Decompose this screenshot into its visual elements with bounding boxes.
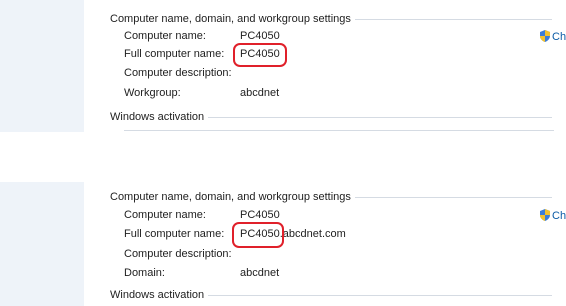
group-header-windows-activation: Windows activation [110, 288, 552, 302]
workgroup-value: abcdnet [240, 87, 280, 99]
group-title: Windows activation [110, 288, 209, 302]
computer-description-label: Computer description: [124, 248, 232, 260]
row-full-computer-name: Full computer name: PC4050 [124, 46, 544, 62]
highlight-full-computer-name [233, 43, 287, 67]
row-workgroup: Workgroup: abcdnet [124, 85, 544, 101]
group-title: Windows activation [110, 110, 209, 124]
group-header-computer-name: Computer name, domain, and workgroup set… [110, 190, 552, 204]
row-domain: Domain: abcdnet [124, 265, 544, 281]
computer-name-value: PC4050 [240, 30, 280, 42]
change-settings-label[interactable]: Cha [552, 31, 566, 43]
group-title: Computer name, domain, and workgroup set… [110, 12, 355, 26]
highlight-full-computer-name [232, 222, 284, 248]
cropped-row-edge [124, 130, 554, 131]
system-settings-panel-1: Computer name, domain, and workgroup set… [0, 0, 566, 140]
computer-name-value: PC4050 [240, 209, 280, 221]
system-settings-panel-2: Computer name, domain, and workgroup set… [0, 182, 566, 306]
full-computer-name-label: Full computer name: [124, 48, 225, 60]
domain-value: abcdnet [240, 267, 280, 279]
computer-description-label: Computer description: [124, 67, 232, 79]
row-computer-name: Computer name: PC4050 [124, 28, 544, 44]
group-title: Computer name, domain, and workgroup set… [110, 190, 355, 204]
computer-name-label: Computer name: [124, 30, 206, 42]
row-computer-description: Computer description: [124, 246, 544, 262]
computer-name-label: Computer name: [124, 209, 206, 221]
row-computer-description: Computer description: [124, 65, 544, 81]
change-settings-label[interactable]: Cha [552, 210, 566, 222]
workgroup-label: Workgroup: [124, 87, 181, 99]
group-header-windows-activation: Windows activation [110, 110, 552, 124]
full-computer-name-label: Full computer name: [124, 228, 225, 240]
row-full-computer-name: Full computer name: PC4050.abcdnet.com [124, 226, 544, 242]
row-computer-name: Computer name: PC4050 [124, 207, 544, 223]
domain-label: Domain: [124, 267, 165, 279]
group-header-computer-name: Computer name, domain, and workgroup set… [110, 12, 552, 26]
